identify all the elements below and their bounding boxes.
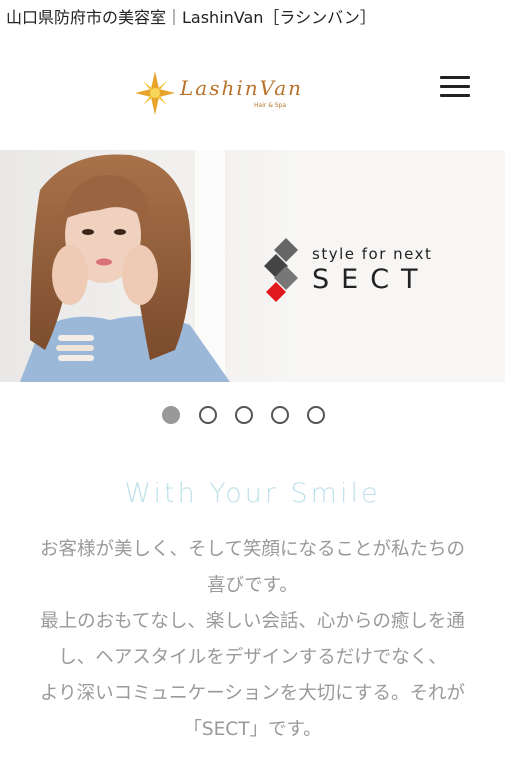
- intro-text: お客様が美しく、そして笑顔になることが私たちの 喜びです。 最上のおもてなし、楽…: [0, 532, 505, 748]
- carousel-dot-2[interactable]: [199, 406, 217, 424]
- intro-line: 「SECT」です。: [183, 719, 322, 740]
- carousel-dot-5[interactable]: [307, 406, 325, 424]
- site-header: LashinVan Hair & Spa: [0, 58, 505, 128]
- intro-line: より深いコミュニケーションを大切にする。それが: [40, 683, 465, 704]
- section-heading: With Your Smile: [124, 478, 381, 509]
- menu-button[interactable]: [440, 76, 470, 98]
- sect-diamond-icon: [264, 238, 298, 302]
- intro-line: お客様が美しく、そして笑顔になることが私たちの: [40, 539, 465, 560]
- carousel-dot-1[interactable]: [162, 406, 180, 424]
- intro-line: し、ヘアスタイルをデザインするだけでなく、: [58, 647, 447, 668]
- carousel-dot-3[interactable]: [235, 406, 253, 424]
- intro-line: 喜びです。: [207, 575, 298, 596]
- intro-line: 最上のおもてなし、楽しい会話、心からの癒しを通: [40, 611, 465, 632]
- site-logo[interactable]: LashinVan Hair & Spa: [134, 70, 309, 116]
- brand-tagline: style for next: [312, 245, 433, 263]
- hero-photo: [0, 150, 300, 382]
- logo-subtext: Hair & Spa: [254, 102, 287, 109]
- page-title: 山口県防府市の美容室｜LashinVan［ラシンバン］: [6, 8, 376, 27]
- brand-name: SECT: [312, 264, 430, 295]
- carousel-dot-4[interactable]: [271, 406, 289, 424]
- sun-logo-icon: [135, 71, 175, 115]
- hero-banner[interactable]: style for next SECT: [0, 150, 505, 382]
- logo-text: LashinVan: [180, 76, 304, 100]
